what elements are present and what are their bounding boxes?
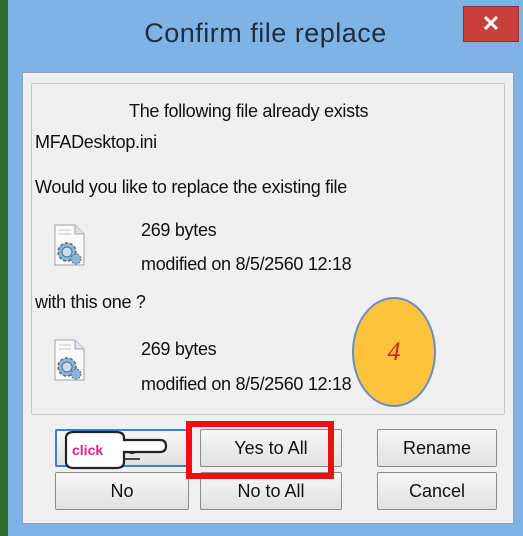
new-file-modified: modified on 8/5/2560 12:18 bbox=[141, 374, 352, 394]
settings-file-icon bbox=[54, 224, 85, 266]
cancel-button[interactable]: Cancel bbox=[377, 472, 497, 510]
existing-file-modified: modified on 8/5/2560 12:18 bbox=[141, 254, 352, 274]
no-button[interactable]: No bbox=[55, 472, 189, 510]
click-label: click bbox=[72, 442, 104, 458]
title-bar[interactable]: Confirm file replace ✕ bbox=[8, 0, 523, 74]
settings-file-icon bbox=[54, 339, 85, 381]
with-this-one-label: with this one ? bbox=[35, 292, 146, 312]
exists-message: The following file already exists bbox=[129, 101, 369, 121]
yes-to-all-button[interactable]: Yes to All bbox=[200, 429, 342, 467]
background-window-edge bbox=[0, 0, 8, 536]
replace-question: Would you like to replace the existing f… bbox=[35, 177, 347, 197]
close-button[interactable]: ✕ bbox=[463, 6, 519, 42]
filename: MFADesktop.ini bbox=[35, 132, 157, 152]
step-number-badge: 4 bbox=[352, 297, 436, 407]
no-to-all-button[interactable]: No to All bbox=[200, 472, 342, 510]
existing-file-size: 269 bytes bbox=[141, 220, 217, 240]
rename-button[interactable]: Rename bbox=[377, 429, 497, 467]
new-file-size: 269 bytes bbox=[141, 339, 217, 359]
step-number: 4 bbox=[387, 337, 401, 366]
dialog-title: Confirm file replace bbox=[144, 18, 387, 48]
